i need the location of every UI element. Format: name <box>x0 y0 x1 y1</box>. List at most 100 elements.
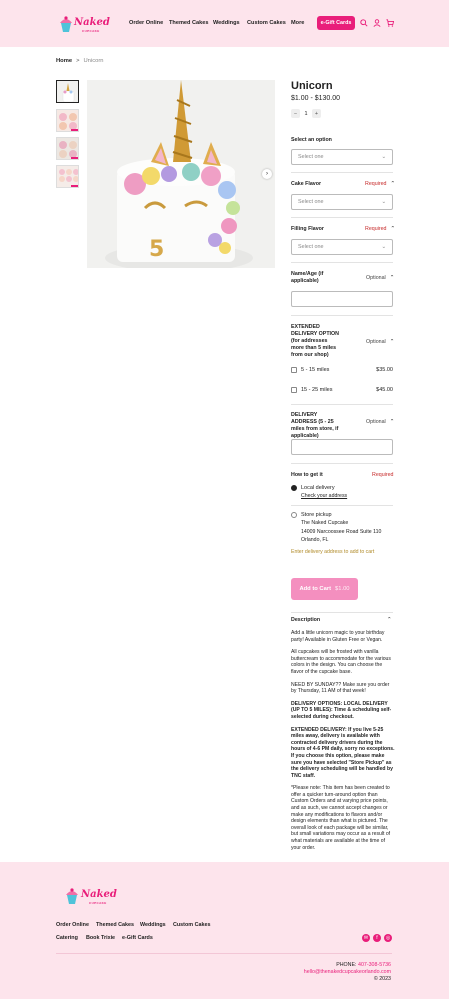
footer-link-custom-cakes[interactable]: Custom Cakes <box>173 922 210 928</box>
unicorn-cake-thumb-icon <box>57 81 78 102</box>
breadcrumb-current: Unicorn <box>83 58 104 64</box>
product-main-image: 5 <box>87 80 275 268</box>
unicorn-cake-image: 5 <box>87 80 275 268</box>
local-delivery-label: Local delivery <box>301 485 335 491</box>
local-delivery-option[interactable]: Local delivery <box>291 485 393 491</box>
egift-cards-button[interactable]: e-Gift Cards <box>317 16 355 30</box>
qty-decrease-button[interactable]: − <box>291 109 300 118</box>
breadcrumb-separator: > <box>76 58 80 64</box>
footer-logo-word: Naked <box>81 889 117 900</box>
divider <box>291 463 393 464</box>
footer-link-book-trixie[interactable]: Book Trixie <box>86 935 115 941</box>
footer-logo[interactable]: Naked CUPCAKE <box>64 885 120 907</box>
cake-flavor-select[interactable]: Select one ⌄ <box>291 194 393 210</box>
extended-option-15-25[interactable]: 15 - 25 miles $45.00 <box>291 387 393 393</box>
extended-option-5-15[interactable]: 5 - 15 miles $35.00 <box>291 367 393 373</box>
chevron-up-icon[interactable]: ⌃ <box>387 617 392 623</box>
footer-link-themed-cakes[interactable]: Themed Cakes <box>96 922 134 928</box>
delivery-address-label: DELIVERY ADDRESS (5 - 25 miles from stor… <box>291 412 339 439</box>
description-paragraph: NEED BY SUNDAY?? Make sure you order by … <box>291 681 390 695</box>
footer-divider <box>56 953 392 954</box>
option-select[interactable]: Select one ⌄ <box>291 149 393 165</box>
footer-logo-sub: CUPCAKE <box>89 901 107 905</box>
chevron-up-icon: ⌃ <box>390 181 396 187</box>
divider <box>291 217 393 218</box>
divider <box>291 315 393 316</box>
account-icon[interactable] <box>373 19 381 27</box>
description-paragraph: *Please note: This item has been created… <box>291 785 391 851</box>
divider <box>291 262 393 263</box>
name-age-input[interactable] <box>291 291 393 307</box>
thumbnail-2[interactable] <box>56 109 79 132</box>
email-icon[interactable]: ✉ <box>362 934 370 942</box>
phone-link[interactable]: 407-308-5736 <box>358 962 391 968</box>
footer-phone: PHONE: 407-308-5736 <box>336 962 391 968</box>
delivery-address-input[interactable] <box>291 439 393 455</box>
extended-option-price: $45.00 <box>376 387 393 393</box>
facebook-icon[interactable]: f <box>373 934 381 942</box>
chevron-down-icon: ⌄ <box>381 244 386 250</box>
breadcrumb-home[interactable]: Home <box>56 58 72 64</box>
nav-themed-cakes[interactable]: Themed Cakes <box>169 20 208 26</box>
local-delivery-radio[interactable] <box>291 485 297 491</box>
nav-custom-cakes[interactable]: Custom Cakes <box>247 20 286 26</box>
filling-flavor-required: Required <box>365 226 387 232</box>
store-pickup-label: Store pickup <box>301 512 332 518</box>
extended-option-label: 15 - 25 miles <box>301 387 333 393</box>
nav-more[interactable]: More <box>291 20 304 26</box>
divider <box>291 172 393 173</box>
footer-email-link[interactable]: hello@thenakedcupcakeorlando.com <box>304 969 391 975</box>
checkbox-15-25[interactable] <box>291 387 297 393</box>
instagram-icon[interactable]: ◎ <box>384 934 392 942</box>
select-option-label: Select an option <box>291 137 332 143</box>
chevron-down-icon: ⌄ <box>381 199 386 205</box>
footer-link-egift-cards[interactable]: e-Gift Cards <box>122 935 153 941</box>
divider <box>291 404 393 405</box>
add-to-cart-label: Add to Cart <box>299 586 332 592</box>
thumbnail-1[interactable] <box>56 80 79 103</box>
store-name: The Naked Cupcake <box>301 520 349 526</box>
footer-link-order-online[interactable]: Order Online <box>56 922 89 928</box>
cake-flavor-required: Required <box>365 181 387 187</box>
qty-value[interactable]: 1 <box>304 111 307 117</box>
description-paragraph: EXTENDED DELIVERY: If you live 5-25 mile… <box>291 726 395 779</box>
cupcakes-box-thumb-icon <box>57 138 78 159</box>
chevron-right-icon: › <box>266 171 268 177</box>
delivery-address-header-right[interactable]: Optional ⌃ <box>366 419 394 425</box>
search-icon[interactable] <box>360 19 368 27</box>
logo-sub: CUPCAKE <box>82 29 100 33</box>
filling-flavor-placeholder: Select one <box>298 244 324 250</box>
thumbnail-3[interactable] <box>56 137 79 160</box>
option-select-placeholder: Select one <box>298 154 324 160</box>
extended-option-label: 5 - 15 miles <box>301 367 330 373</box>
site-logo[interactable]: Naked CUPCAKE <box>57 13 110 35</box>
thumbnail-4[interactable] <box>56 165 79 188</box>
description-paragraph: DELIVERY OPTIONS: LOCAL DELIVERY (UP TO … <box>291 700 392 720</box>
cake-flavor-header-right[interactable]: Required ⌃ <box>365 181 395 187</box>
divider <box>291 612 393 613</box>
extended-delivery-optional: Optional <box>366 339 386 345</box>
nav-order-online[interactable]: Order Online <box>129 20 163 26</box>
nav-weddings[interactable]: Weddings <box>213 20 240 26</box>
name-age-header-right[interactable]: Optional ⌃ <box>366 275 394 281</box>
extended-delivery-header-right[interactable]: Optional ⌃ <box>366 339 394 345</box>
breadcrumb: Home > Unicorn <box>56 58 103 64</box>
store-pickup-radio[interactable] <box>291 512 297 518</box>
footer-link-weddings[interactable]: Weddings <box>140 922 166 928</box>
check-address-link[interactable]: Check your address <box>301 493 347 500</box>
delivery-address-optional: Optional <box>366 419 386 425</box>
cake-flavor-placeholder: Select one <box>298 199 324 205</box>
filling-flavor-header-right[interactable]: Required ⌃ <box>365 226 395 232</box>
checkbox-5-15[interactable] <box>291 367 297 373</box>
store-pickup-option[interactable]: Store pickup <box>291 512 393 518</box>
image-next-button[interactable]: › <box>262 169 272 179</box>
name-age-optional: Optional <box>366 275 386 281</box>
mini-cupcakes-thumb-icon <box>57 166 78 187</box>
extended-delivery-label: EXTENDED DELIVERY OPTION (for addresses … <box>291 324 339 358</box>
footer-link-catering[interactable]: Catering <box>56 935 78 941</box>
qty-increase-button[interactable]: + <box>312 109 321 118</box>
add-to-cart-button[interactable]: Add to Cart $1.00 <box>291 578 358 600</box>
cart-icon[interactable] <box>386 19 394 27</box>
filling-flavor-select[interactable]: Select one ⌄ <box>291 239 393 255</box>
product-price: $1.00 - $130.00 <box>291 95 341 102</box>
